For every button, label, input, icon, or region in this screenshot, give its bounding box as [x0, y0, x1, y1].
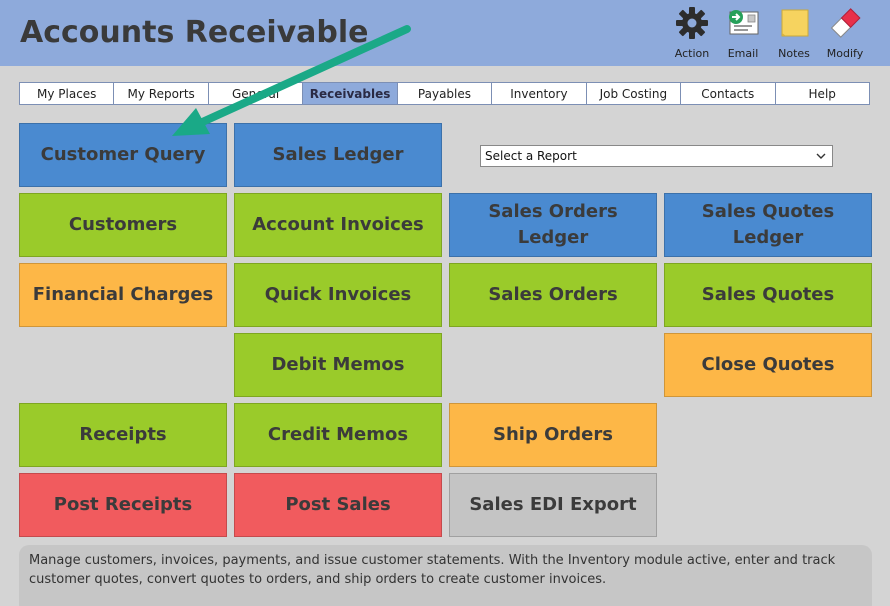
- header-bar: Accounts Receivable Action Email Notes M…: [0, 0, 890, 66]
- tab-my-places[interactable]: My Places: [20, 83, 115, 104]
- sales-edi-export-tile[interactable]: Sales EDI Export: [449, 473, 657, 537]
- receipts-tile[interactable]: Receipts: [19, 403, 227, 467]
- sales-orders-tile[interactable]: Sales Orders: [449, 263, 657, 327]
- sales-orders-ledger-tile[interactable]: Sales Orders Ledger: [449, 193, 657, 257]
- modify-button[interactable]: Modify: [820, 6, 870, 62]
- sticky-note-icon: [781, 9, 809, 37]
- page-title: Accounts Receivable: [20, 15, 369, 50]
- tab-my-reports[interactable]: My Reports: [114, 83, 209, 104]
- sales-quotes-tile[interactable]: Sales Quotes: [664, 263, 872, 327]
- sales-quotes-ledger-tile[interactable]: Sales Quotes Ledger: [664, 193, 872, 257]
- email-icon: [729, 10, 759, 35]
- close-quotes-tile[interactable]: Close Quotes: [664, 333, 872, 397]
- post-sales-tile[interactable]: Post Sales: [234, 473, 442, 537]
- notes-button[interactable]: Notes: [769, 6, 819, 62]
- module-tabs: My Places My Reports General Receivables…: [19, 82, 870, 105]
- tab-job-costing[interactable]: Job Costing: [587, 83, 682, 104]
- tab-receivables[interactable]: Receivables: [303, 83, 398, 104]
- tab-contacts[interactable]: Contacts: [681, 83, 776, 104]
- ship-orders-tile[interactable]: Ship Orders: [449, 403, 657, 467]
- email-label: Email: [727, 47, 759, 60]
- financial-charges-tile[interactable]: Financial Charges: [19, 263, 227, 327]
- account-invoices-tile[interactable]: Account Invoices: [234, 193, 442, 257]
- tab-general[interactable]: General: [209, 83, 304, 104]
- sales-ledger-tile[interactable]: Sales Ledger: [234, 123, 442, 187]
- report-select-value: Select a Report: [485, 149, 577, 163]
- post-receipts-tile[interactable]: Post Receipts: [19, 473, 227, 537]
- quick-invoices-tile[interactable]: Quick Invoices: [234, 263, 442, 327]
- action-label: Action: [674, 47, 710, 60]
- email-button[interactable]: Email: [718, 6, 768, 62]
- gear-icon: [676, 7, 708, 39]
- action-button[interactable]: Action: [667, 6, 717, 62]
- eraser-icon: [830, 8, 861, 38]
- debit-memos-tile[interactable]: Debit Memos: [234, 333, 442, 397]
- modify-label: Modify: [826, 47, 864, 60]
- customers-tile[interactable]: Customers: [19, 193, 227, 257]
- tab-help[interactable]: Help: [776, 83, 869, 104]
- module-description: Manage customers, invoices, payments, an…: [19, 545, 872, 606]
- chevron-down-icon: [816, 153, 826, 159]
- customer-query-tile[interactable]: Customer Query: [19, 123, 227, 187]
- report-select[interactable]: Select a Report: [480, 145, 833, 167]
- tab-inventory[interactable]: Inventory: [492, 83, 587, 104]
- tab-payables[interactable]: Payables: [398, 83, 493, 104]
- notes-label: Notes: [778, 47, 810, 60]
- credit-memos-tile[interactable]: Credit Memos: [234, 403, 442, 467]
